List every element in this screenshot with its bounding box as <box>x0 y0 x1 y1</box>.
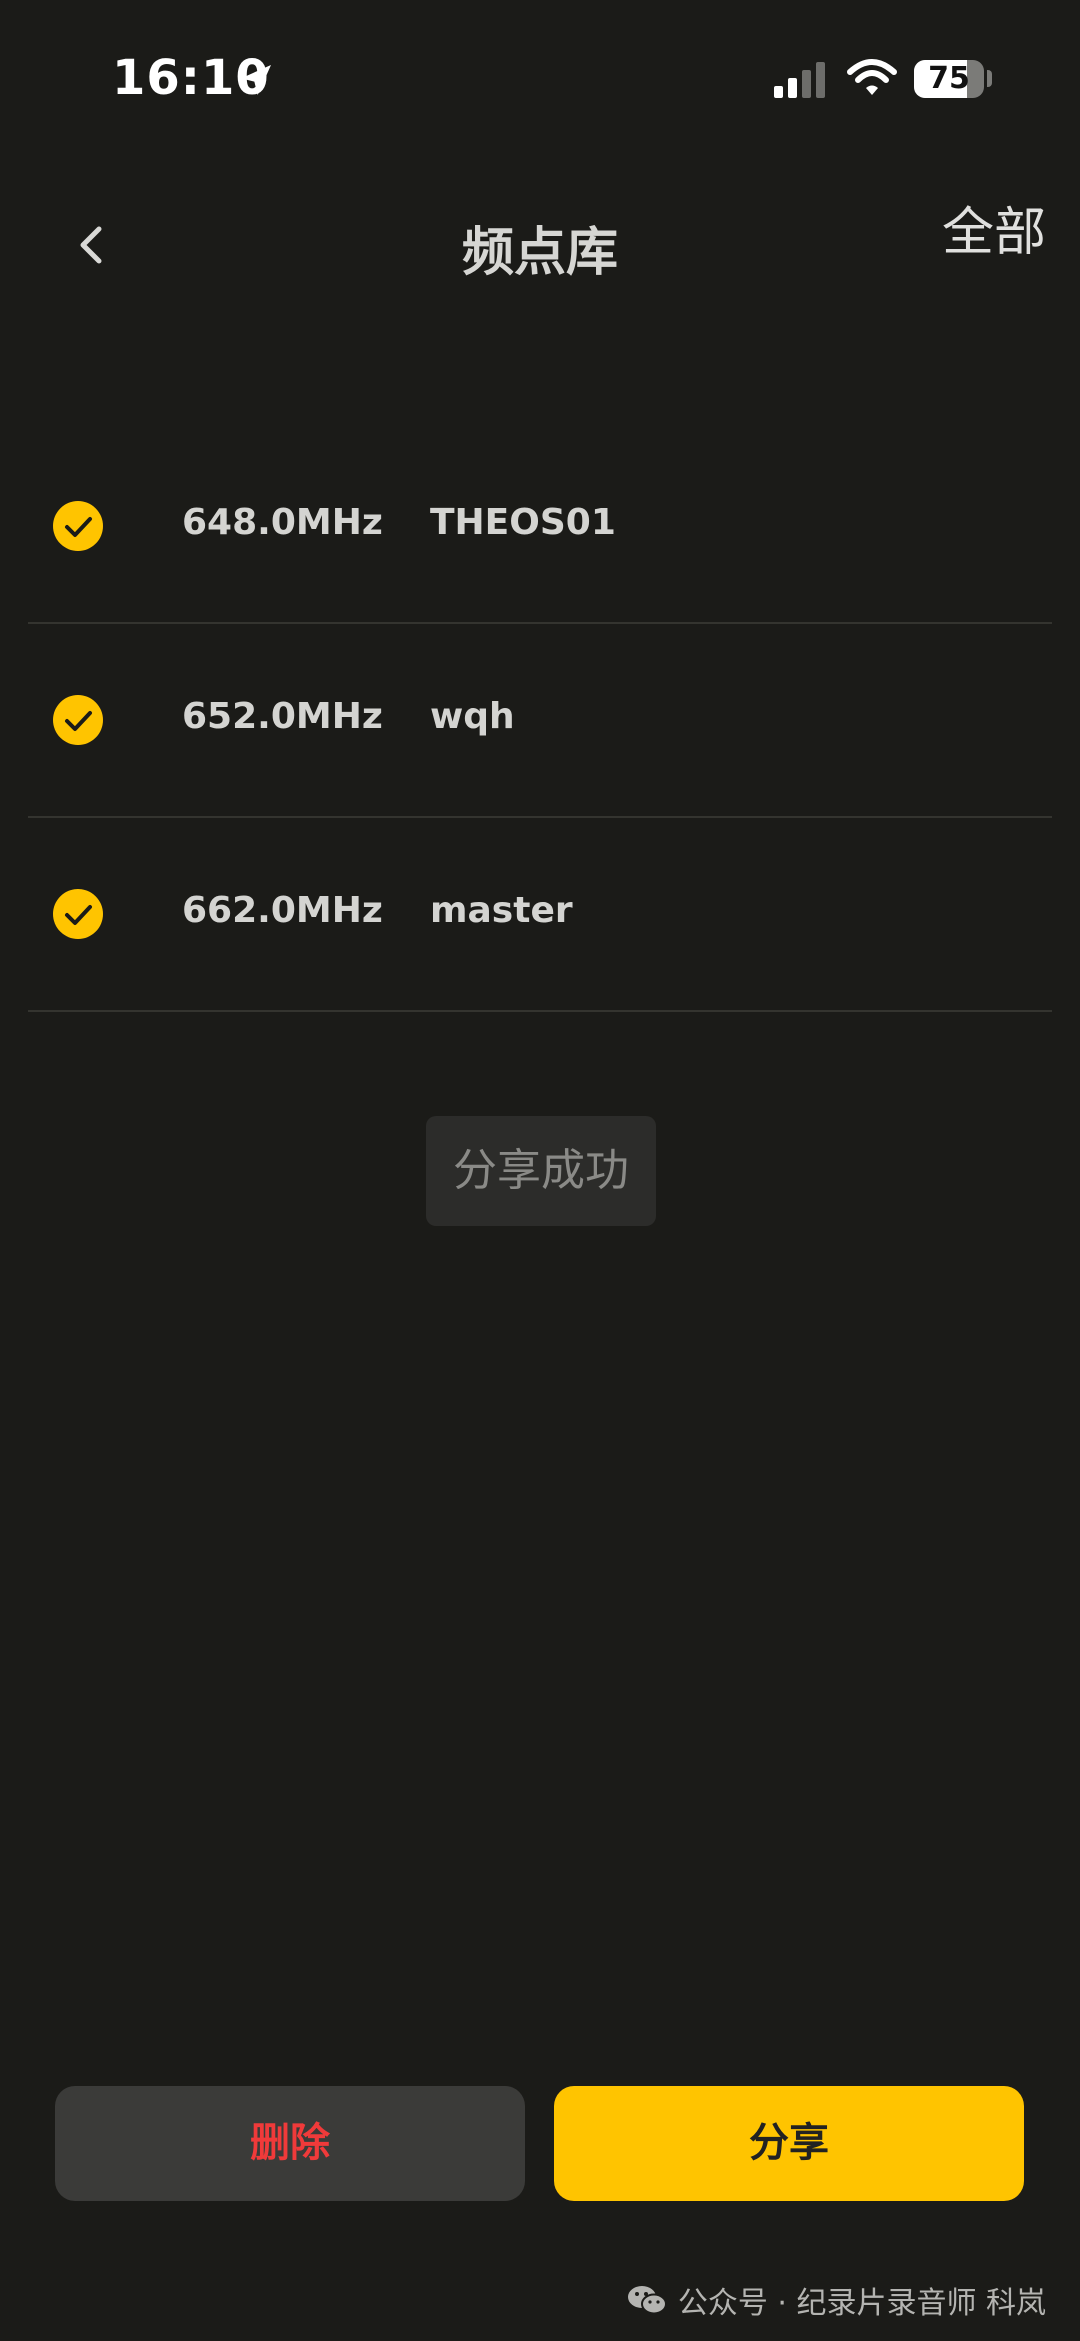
battery-indicator: 75 <box>914 60 984 98</box>
battery-cap <box>987 70 992 87</box>
watermark-text: 公众号 · 纪录片录音师 科岚 <box>677 2286 1046 2321</box>
checkmark-circle-icon[interactable] <box>52 500 104 552</box>
battery-percent: 75 <box>928 61 970 96</box>
chevron-left-icon <box>80 226 102 264</box>
checkmark-circle-icon[interactable] <box>52 888 104 940</box>
location-arrow-icon <box>241 65 271 95</box>
frequency-name: master <box>430 890 573 931</box>
wifi-icon <box>847 59 897 95</box>
back-button[interactable] <box>60 210 120 280</box>
page-title: 频点库 <box>461 223 618 283</box>
frequency-value: 652.0MHz <box>182 696 383 737</box>
frequency-name: wqh <box>430 696 515 737</box>
frequency-list: 648.0MHz THEOS01 652.0MHz wqh 662.0MHz m… <box>28 430 1052 1012</box>
frequency-row[interactable]: 652.0MHz wqh <box>28 624 1052 818</box>
select-all-button[interactable]: 全部 <box>942 190 1046 265</box>
frequency-value: 648.0MHz <box>182 502 383 543</box>
share-success-toast: 分享成功 <box>426 1116 656 1226</box>
frequency-value: 662.0MHz <box>182 890 383 931</box>
frequency-row[interactable]: 662.0MHz master <box>28 818 1052 1012</box>
frequency-row[interactable]: 648.0MHz THEOS01 <box>28 430 1052 624</box>
watermark: 公众号 · 纪录片录音师 科岚 <box>626 2278 1046 2322</box>
delete-button[interactable]: 删除 <box>55 2086 525 2201</box>
share-button[interactable]: 分享 <box>554 2086 1024 2201</box>
checkmark-circle-icon[interactable] <box>52 694 104 746</box>
wechat-icon <box>627 2286 667 2315</box>
frequency-name: THEOS01 <box>430 502 616 543</box>
cellular-signal-icon <box>774 62 825 98</box>
